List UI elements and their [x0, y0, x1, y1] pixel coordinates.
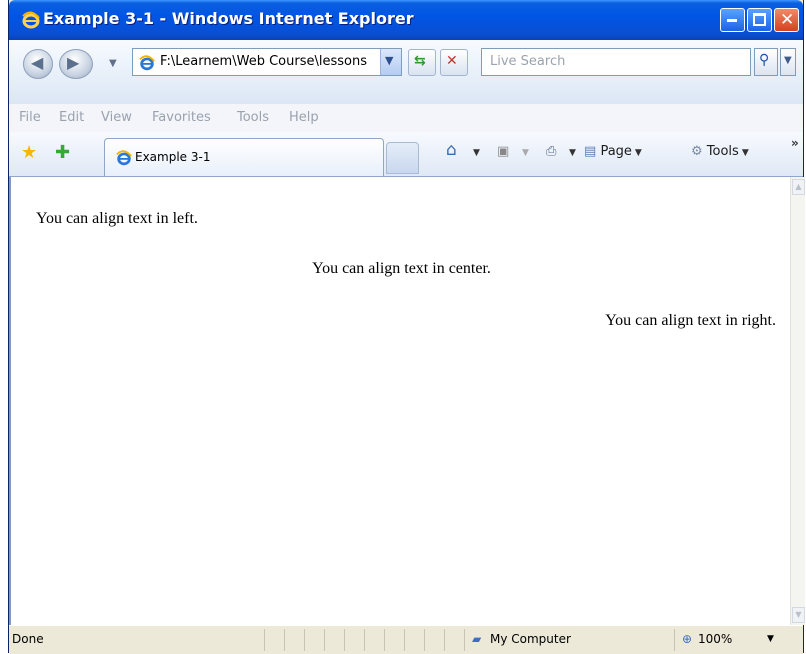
maximize-icon [753, 13, 766, 26]
print-icon[interactable]: ⎙ [546, 144, 556, 159]
page-icon: ▤ [584, 144, 597, 159]
chevron-more-icon[interactable]: » [791, 136, 799, 150]
status-divider [284, 629, 285, 651]
status-bar: Done ▰ My Computer ⊕ 100% ▼ [9, 625, 803, 654]
status-divider [304, 629, 305, 651]
tools-menu-label: Tools [706, 144, 739, 159]
page-menu-button[interactable]: ▤ Page ▼ [584, 144, 642, 159]
minimize-icon [727, 19, 737, 22]
ie-page-icon [139, 55, 155, 71]
add-favorite-icon[interactable]: ✚ [55, 142, 70, 163]
refresh-icon: ⇆ [414, 53, 426, 69]
feeds-icon[interactable]: ▣ [497, 144, 509, 159]
center-aligned-text: You can align text in center. [312, 260, 491, 277]
menu-tools[interactable]: Tools [237, 110, 269, 125]
history-dropdown-icon[interactable]: ▼ [109, 58, 117, 69]
menu-help[interactable]: Help [289, 110, 319, 125]
gear-icon: ⚙ [691, 144, 703, 159]
status-divider [674, 629, 675, 651]
print-dropdown-icon[interactable]: ▼ [566, 144, 576, 159]
title-bar[interactable]: Example 3-1 - Windows Internet Explorer … [9, 0, 803, 40]
feeds-dropdown-icon[interactable]: ▼ [519, 144, 529, 159]
page-viewport: You can align text in left. You can alig… [9, 177, 790, 625]
search-input[interactable]: Live Search [481, 48, 751, 76]
maximize-button[interactable] [747, 8, 772, 32]
tab-example-3-1[interactable]: Example 3-1 [104, 138, 384, 176]
address-dropdown-button[interactable]: ▼ [380, 49, 401, 75]
scroll-up-icon[interactable]: ▲ [792, 179, 805, 195]
home-dropdown-icon[interactable]: ▼ [470, 144, 480, 159]
stop-icon: ✕ [446, 53, 458, 69]
favorites-center-icon[interactable]: ★ [21, 142, 37, 163]
forward-arrow-icon: ▶ [67, 53, 80, 72]
close-button[interactable]: ✕ [774, 8, 799, 32]
forward-button[interactable]: ▶ [59, 49, 93, 79]
status-divider [444, 629, 445, 651]
status-text: Done [12, 632, 44, 646]
search-icon: ⚲ [759, 52, 770, 68]
refresh-button[interactable]: ⇆ [408, 49, 436, 76]
tab-toolbar: ★ ✚ Example 3-1 ⌂ ▼ ▣ ▼ ⎙ ▼ ▤ Page ▼ ⚙ To… [9, 132, 803, 177]
minimize-button[interactable] [720, 8, 745, 32]
search-placeholder: Live Search [490, 54, 566, 69]
left-aligned-text: You can align text in left. [36, 210, 198, 227]
status-divider [324, 629, 325, 651]
home-icon[interactable]: ⌂ [446, 140, 457, 160]
back-arrow-icon: ◀ [31, 53, 44, 72]
address-toolbar: ◀ ▶ ▼ F:\Learnem\Web Course\lessons ▼ ⇆ … [9, 40, 803, 105]
ie-logo-icon [22, 11, 40, 29]
search-options-button[interactable]: ▼ [780, 48, 796, 76]
ie-page-icon [116, 150, 132, 166]
page-menu-label: Page [600, 144, 632, 159]
back-button[interactable]: ◀ [23, 49, 53, 79]
new-tab-button[interactable] [386, 142, 419, 174]
chevron-down-icon: ▼ [385, 54, 394, 67]
zone-text: My Computer [490, 632, 571, 646]
right-aligned-text: You can align text in right. [605, 312, 776, 329]
zoom-dropdown-icon[interactable]: ▼ [767, 634, 774, 644]
menu-favorites[interactable]: Favorites [152, 110, 211, 125]
address-bar[interactable]: F:\Learnem\Web Course\lessons ▼ [132, 48, 402, 76]
scroll-down-icon[interactable]: ▼ [792, 607, 805, 623]
stop-button[interactable]: ✕ [440, 49, 468, 76]
browser-window: Example 3-1 - Windows Internet Explorer … [8, 0, 805, 654]
status-divider [424, 629, 425, 651]
menu-edit[interactable]: Edit [59, 110, 84, 125]
computer-icon: ▰ [472, 632, 482, 646]
search-button[interactable]: ⚲ [754, 48, 778, 76]
tab-title: Example 3-1 [135, 150, 211, 164]
status-divider [384, 629, 385, 651]
menu-bar: File Edit View Favorites Tools Help [9, 104, 803, 133]
address-url: F:\Learnem\Web Course\lessons [160, 54, 367, 69]
status-divider [404, 629, 405, 651]
zoom-icon: ⊕ [682, 632, 693, 646]
window-title: Example 3-1 - Windows Internet Explorer [43, 9, 414, 28]
tools-menu-button[interactable]: ⚙ Tools ▼ [691, 144, 749, 159]
chevron-down-icon: ▼ [784, 55, 792, 66]
status-divider [464, 629, 465, 651]
zoom-level[interactable]: 100% [698, 632, 732, 646]
close-icon: ✕ [780, 10, 795, 30]
status-divider [344, 629, 345, 651]
vertical-scrollbar[interactable]: ▲ ▼ [790, 177, 805, 625]
menu-file[interactable]: File [19, 110, 41, 125]
status-divider [364, 629, 365, 651]
status-divider [264, 629, 265, 651]
menu-view[interactable]: View [101, 110, 132, 125]
